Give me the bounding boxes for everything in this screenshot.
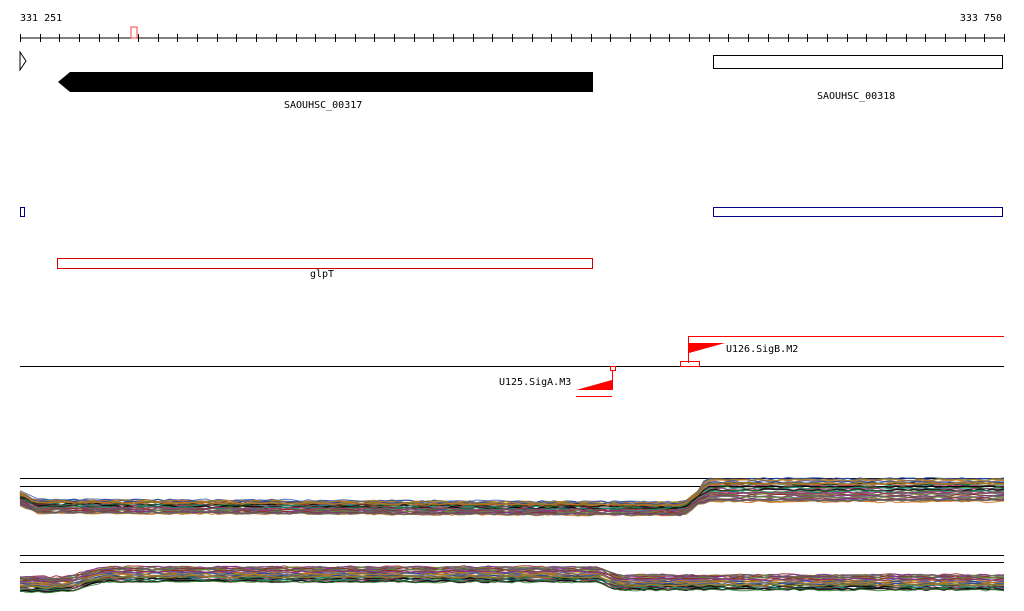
gene-track <box>19 50 1003 92</box>
gene-name-label-glpT: glpT <box>310 269 335 280</box>
expression-track-2[interactable] <box>19 555 1005 594</box>
gene-label-SAOUHSC_00318: SAOUHSC_00318 <box>817 91 896 102</box>
genome-browser-viewer[interactable]: 331 251 333 750 SAOUHSC_00317 SAOUHSC_00… <box>0 0 1024 611</box>
annotation-box-right[interactable] <box>713 207 1003 217</box>
gene-SAOUHSC_00317[interactable] <box>58 72 593 92</box>
promoter-U125-flag-icon <box>576 380 612 390</box>
current-position-marker[interactable] <box>130 26 138 39</box>
promoter-U126-site <box>680 361 700 367</box>
expression-track-1[interactable] <box>19 476 1005 517</box>
annotation-track <box>20 207 1003 217</box>
gene-label-SAOUHSC_00317: SAOUHSC_00317 <box>284 100 363 111</box>
promoter-label-U125: U125.SigA.M3 <box>499 377 572 388</box>
offscreen-gene-arrow-icon[interactable] <box>19 50 27 72</box>
annotation-box-left[interactable] <box>20 207 25 217</box>
gene-name-glpT-box[interactable] <box>57 258 593 269</box>
promoter-label-U126: U126.SigB.M2 <box>726 344 799 355</box>
promoter-U125-site <box>610 366 616 371</box>
gene-name-track <box>57 258 593 269</box>
promoter-U126-flag-icon <box>689 343 725 353</box>
coordinate-ruler[interactable] <box>20 26 1005 42</box>
gene-SAOUHSC_00318[interactable] <box>713 55 1003 69</box>
promoter-U125-SigA-M3[interactable] <box>576 366 616 397</box>
